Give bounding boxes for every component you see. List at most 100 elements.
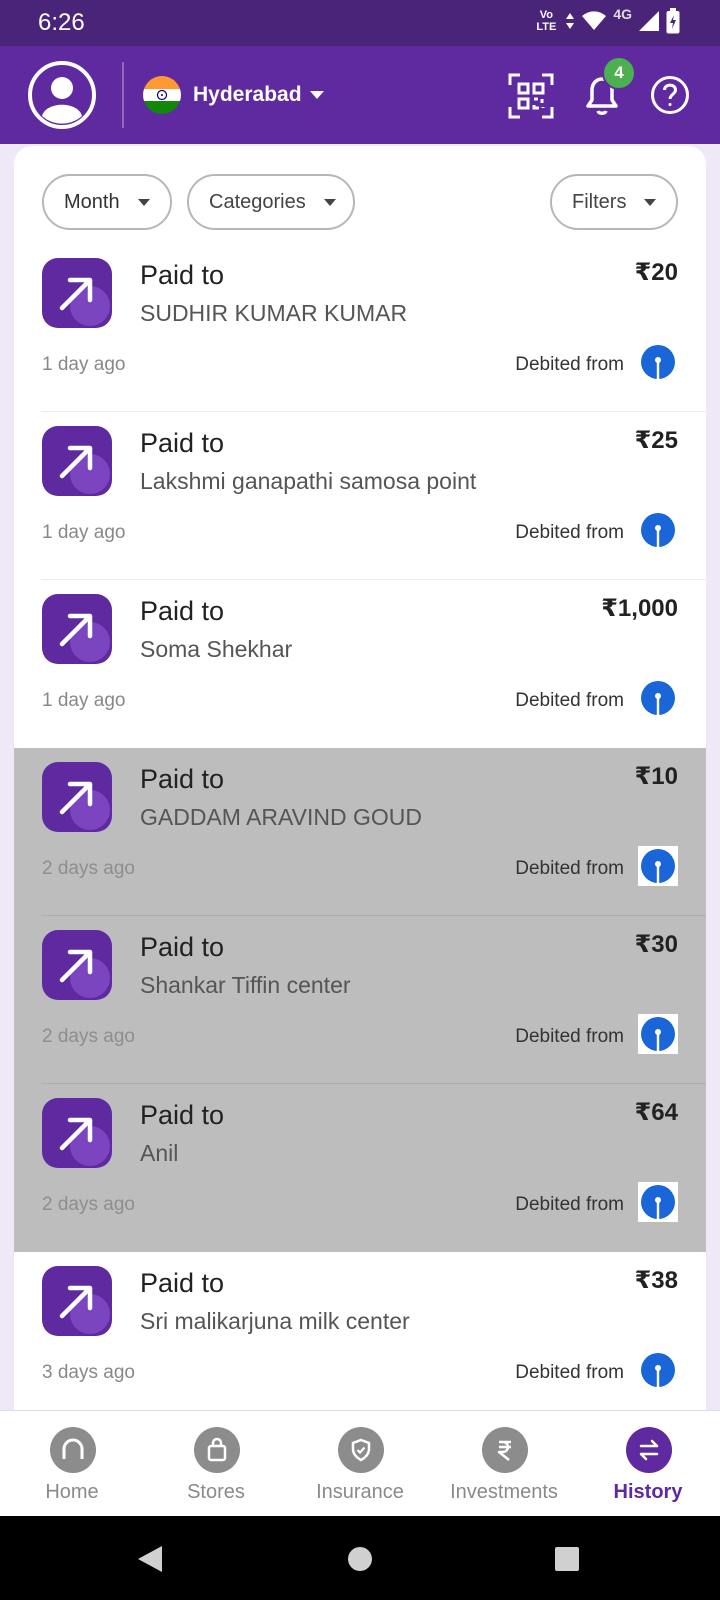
transaction-row[interactable]: Paid to SUDHIR KUMAR KUMAR ₹20 1 day ago… — [14, 244, 706, 412]
nav-stores[interactable]: Stores — [144, 1411, 288, 1517]
status-icons: Vo LTE 4G — [533, 6, 680, 34]
nav-history-label: History — [613, 1481, 683, 1503]
rupee-icon — [482, 1427, 528, 1473]
transaction-amount: ₹64 — [634, 1099, 678, 1126]
payee-name: Lakshmi ganapathi samosa point — [140, 468, 477, 494]
data-arrows-icon — [566, 13, 575, 29]
debited-from-label: Debited from — [515, 354, 624, 375]
transaction-amount: ₹25 — [634, 427, 678, 454]
debited-from-label: Debited from — [515, 522, 624, 543]
nav-home[interactable]: Home — [0, 1411, 144, 1517]
transaction-row[interactable]: Paid to Sri malikarjuna milk center ₹38 … — [14, 1252, 706, 1410]
india-flag-icon[interactable] — [143, 76, 181, 114]
transaction-history-card: Month Categories Filters Paid to SUDHIR … — [14, 146, 706, 1410]
transaction-amount: ₹20 — [634, 259, 678, 286]
bank-logo-icon — [638, 510, 678, 550]
network-type: 4G — [613, 6, 632, 22]
wifi-icon — [582, 11, 607, 30]
transaction-time: 2 days ago — [42, 858, 135, 879]
home-button-icon[interactable] — [347, 1546, 373, 1572]
transaction-title: Paid to — [140, 1268, 225, 1298]
transaction-amount: ₹30 — [634, 931, 678, 958]
payee-name: Anil — [140, 1140, 179, 1166]
bank-logo-icon — [638, 1014, 678, 1054]
nav-investments[interactable]: Investments — [432, 1411, 576, 1517]
transaction-title: Paid to — [140, 428, 225, 458]
signal-icon — [639, 11, 659, 31]
payee-name: GADDAM ARAVIND GOUD — [140, 804, 422, 830]
transaction-time: 3 days ago — [42, 1362, 135, 1383]
transaction-time: 2 days ago — [42, 1026, 135, 1047]
nav-history[interactable]: History — [576, 1411, 720, 1517]
debited-from-label: Debited from — [515, 690, 624, 711]
payment-sent-icon — [42, 930, 112, 1000]
bank-logo-icon — [638, 342, 678, 382]
transaction-amount: ₹10 — [634, 763, 678, 790]
transaction-title: Paid to — [140, 932, 225, 962]
payment-sent-icon — [42, 762, 112, 832]
app-header: Hyderabad 4 — [0, 46, 720, 144]
transaction-title: Paid to — [140, 596, 225, 626]
bank-logo-icon — [638, 678, 678, 718]
shield-check-icon — [338, 1427, 384, 1473]
battery-icon — [666, 8, 680, 34]
city-selector[interactable]: Hyderabad — [193, 83, 302, 107]
notification-count-badge: 4 — [602, 56, 636, 90]
payment-sent-icon — [42, 1098, 112, 1168]
transaction-time: 1 day ago — [42, 522, 126, 543]
payment-sent-icon — [42, 258, 112, 328]
chevron-down-icon[interactable] — [310, 91, 324, 99]
debited-from-label: Debited from — [515, 1194, 624, 1215]
back-icon[interactable] — [136, 1544, 164, 1574]
header-divider — [122, 62, 124, 128]
transaction-row[interactable]: Paid to GADDAM ARAVIND GOUD ₹10 2 days a… — [14, 748, 706, 916]
transaction-time: 1 day ago — [42, 354, 126, 375]
nav-insurance[interactable]: Insurance — [288, 1411, 432, 1517]
categories-filter-label: Categories — [209, 190, 306, 213]
transaction-time: 1 day ago — [42, 690, 126, 711]
filters-chip[interactable]: Filters — [550, 174, 678, 230]
nav-investments-label: Investments — [450, 1481, 558, 1503]
debited-from-label: Debited from — [515, 858, 624, 879]
payee-name: Shankar Tiffin center — [140, 972, 351, 998]
recents-icon[interactable] — [554, 1546, 580, 1572]
nav-home-label: Home — [45, 1481, 99, 1503]
bank-logo-icon — [638, 1350, 678, 1390]
transaction-row[interactable]: Paid to Soma Shekhar ₹1,000 1 day ago De… — [14, 580, 706, 748]
chevron-down-icon — [323, 198, 336, 206]
profile-avatar-icon[interactable] — [28, 61, 96, 129]
transaction-title: Paid to — [140, 764, 225, 794]
help-icon[interactable] — [650, 75, 690, 115]
home-icon — [50, 1427, 96, 1473]
volte-indicator: Vo LTE — [536, 9, 557, 33]
categories-filter-chip[interactable]: Categories — [187, 174, 355, 230]
bottom-navigation: Home Stores Insurance Investments Histor… — [0, 1410, 720, 1516]
transaction-title: Paid to — [140, 260, 225, 290]
bank-logo-icon — [638, 846, 678, 886]
qr-scanner-icon[interactable] — [508, 73, 554, 119]
filters-label: Filters — [572, 190, 627, 213]
debited-from-label: Debited from — [515, 1026, 624, 1047]
payment-sent-icon — [42, 1266, 112, 1336]
transaction-row[interactable]: Paid to Anil ₹64 2 days ago Debited from — [14, 1084, 706, 1252]
status-bar: 6:26 Vo LTE 4G — [0, 0, 720, 46]
system-navigation-bar — [0, 1516, 720, 1600]
transaction-title: Paid to — [140, 1100, 225, 1130]
chevron-down-icon — [137, 198, 150, 206]
nav-insurance-label: Insurance — [316, 1481, 404, 1503]
payee-name: Soma Shekhar — [140, 636, 293, 662]
chevron-down-icon — [644, 198, 657, 206]
payee-name: SUDHIR KUMAR KUMAR — [140, 300, 408, 326]
transaction-amount: ₹1,000 — [601, 595, 678, 622]
swap-arrows-icon — [626, 1427, 672, 1473]
month-filter-label: Month — [64, 190, 120, 213]
bank-logo-icon — [638, 1182, 678, 1222]
transaction-row[interactable]: Paid to Shankar Tiffin center ₹30 2 days… — [14, 916, 706, 1084]
nav-stores-label: Stores — [187, 1481, 245, 1503]
payee-name: Sri malikarjuna milk center — [140, 1308, 410, 1334]
transaction-row[interactable]: Paid to Lakshmi ganapathi samosa point ₹… — [14, 412, 706, 580]
debited-from-label: Debited from — [515, 1362, 624, 1383]
month-filter-chip[interactable]: Month — [42, 174, 172, 230]
transaction-amount: ₹38 — [634, 1267, 678, 1294]
shopping-bag-icon — [194, 1427, 240, 1473]
